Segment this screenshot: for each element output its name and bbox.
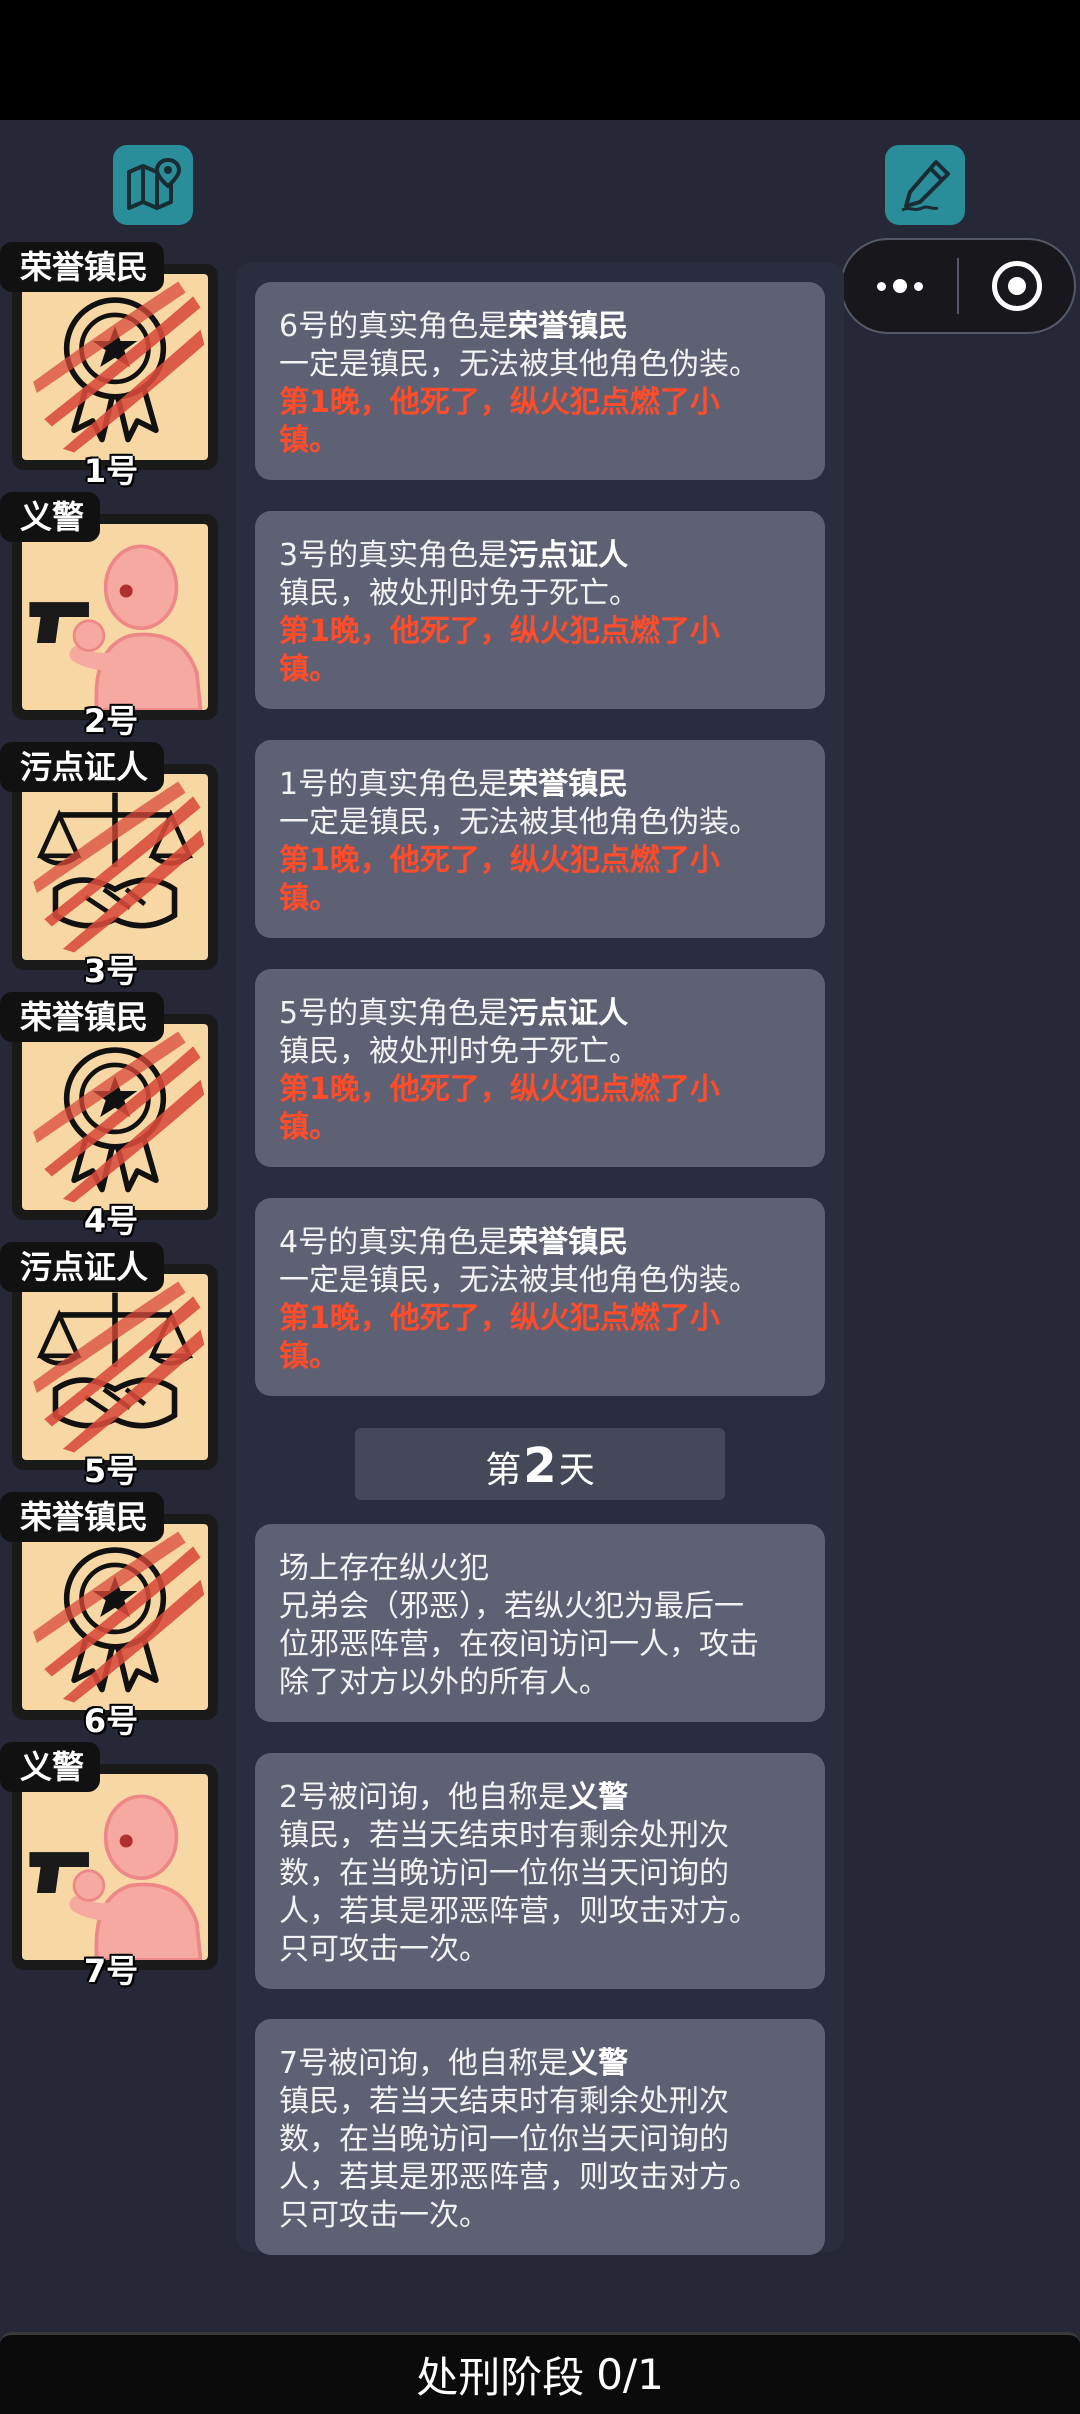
status-bar: [0, 0, 1080, 120]
player-number: 5号: [83, 1452, 139, 1490]
role-description: 一定是镇民，无法被其他角色伪装。: [279, 1263, 759, 1298]
log-message-night: 5号的真实角色是污点证人 镇民，被处刑时免于死亡。 第1晚，他死了，纵火犯点燃了…: [255, 969, 825, 1167]
role-tag: 污点证人: [0, 1242, 165, 1292]
log-text: 7号被问询，他自称是: [279, 2046, 569, 2081]
log-text: 兄弟会（邪恶），若纵火犯为最后一: [279, 1589, 744, 1624]
pencil-icon[interactable]: [885, 145, 965, 225]
role-description: 人，若其是邪恶阵营，则攻击对方。: [279, 2160, 759, 2195]
death-notice: 镇。: [279, 1110, 339, 1145]
log-text: 1号的真实角色是: [279, 767, 509, 802]
role-tag: 义警: [0, 1742, 101, 1792]
role-name: 义警: [568, 1780, 629, 1815]
player-number: 1号: [83, 452, 139, 490]
role-description: 一定是镇民，无法被其他角色伪装。: [279, 805, 759, 840]
death-notice: 第1晚，他死了，纵火犯点燃了小: [279, 843, 720, 878]
player-number: 2号: [83, 702, 139, 740]
day-suffix: 天: [558, 1450, 595, 1491]
role-description: 只可攻击一次。: [279, 2198, 489, 2233]
phase-bar[interactable]: 处刑阶段 0/1: [0, 2332, 1080, 2414]
log-message-interrogation: 2号被问询，他自称是义警 镇民，若当天结束时有剩余处刑次 数，在当晚访问一位你当…: [255, 1753, 825, 1989]
role-name: 义警: [568, 2046, 629, 2081]
log-text: 4号的真实角色是: [279, 1225, 509, 1260]
scales-icon: [22, 774, 208, 960]
player-card-2[interactable]: 义警 2号: [0, 492, 222, 740]
death-notice: 镇。: [279, 652, 339, 687]
role-description: 镇民，若当天结束时有剩余处刑次: [279, 1818, 729, 1853]
log-text: 场上存在纵火犯: [279, 1551, 489, 1586]
log-message-night: 3号的真实角色是污点证人 镇民，被处刑时免于死亡。 第1晚，他死了，纵火犯点燃了…: [255, 511, 825, 709]
log-message-night: 6号的真实角色是荣誉镇民 一定是镇民，无法被其他角色伪装。 第1晚，他死了，纵火…: [255, 282, 825, 480]
log-text: 2号被问询，他自称是: [279, 1780, 569, 1815]
role-name: 荣誉镇民: [508, 767, 629, 802]
death-notice: 镇。: [279, 423, 339, 458]
more-menu-button[interactable]: [842, 240, 957, 332]
role-tag: 荣誉镇民: [0, 1492, 165, 1542]
role-card: [12, 764, 218, 970]
player-number: 6号: [83, 1702, 139, 1740]
role-name: 污点证人: [508, 996, 629, 1031]
medal-icon: [22, 1024, 208, 1210]
death-notice: 镇。: [279, 881, 339, 916]
role-name: 污点证人: [508, 538, 629, 573]
log-message-night: 4号的真实角色是荣誉镇民 一定是镇民，无法被其他角色伪装。 第1晚，他死了，纵火…: [255, 1198, 825, 1396]
scales-icon: [22, 1274, 208, 1460]
role-card: [12, 1264, 218, 1470]
role-card: [12, 1514, 218, 1720]
player-card-1[interactable]: 荣誉镇民 1号: [0, 242, 222, 490]
target-circle-icon: [991, 261, 1042, 311]
role-description: 人，若其是邪恶阵营，则攻击对方。: [279, 1894, 759, 1929]
role-name: 荣誉镇民: [508, 309, 629, 344]
role-card: [12, 1764, 218, 1970]
more-dots-icon: [876, 279, 923, 293]
gunman-icon: [22, 1774, 208, 1960]
log-text: 除了对方以外的所有人。: [279, 1665, 609, 1700]
medal-icon: [22, 1524, 208, 1710]
mini-program-capsule: [840, 238, 1076, 334]
phase-label: 处刑阶段: [416, 2353, 585, 2402]
role-description: 镇民，若当天结束时有剩余处刑次: [279, 2084, 729, 2119]
role-description: 镇民，被处刑时免于死亡。: [279, 1034, 639, 1069]
role-description: 镇民，被处刑时免于死亡。: [279, 576, 639, 611]
log-message-interrogation: 7号被问询，他自称是义警 镇民，若当天结束时有剩余处刑次 数，在当晚访问一位你当…: [255, 2019, 825, 2255]
role-tag: 义警: [0, 492, 101, 542]
log-text: 3号的真实角色是: [279, 538, 509, 573]
role-tag: 荣誉镇民: [0, 992, 165, 1042]
player-card-3[interactable]: 污点证人 3号: [0, 742, 222, 990]
role-tag: 荣誉镇民: [0, 242, 165, 292]
log-message-night: 1号的真实角色是荣誉镇民 一定是镇民，无法被其他角色伪装。 第1晚，他死了，纵火…: [255, 740, 825, 938]
role-description: 数，在当晚访问一位你当天问询的: [279, 2122, 729, 2157]
role-description: 只可攻击一次。: [279, 1932, 489, 1967]
medal-icon: [22, 274, 208, 460]
player-card-7[interactable]: 义警 7号: [0, 1742, 222, 1990]
log-text: 6号的真实角色是: [279, 309, 509, 344]
player-card-6[interactable]: 荣誉镇民 6号: [0, 1492, 222, 1740]
death-notice: 第1晚，他死了，纵火犯点燃了小: [279, 1072, 720, 1107]
role-description: 一定是镇民，无法被其他角色伪装。: [279, 347, 759, 382]
close-program-button[interactable]: [959, 240, 1074, 332]
day-prefix: 第: [485, 1450, 522, 1491]
player-card-5[interactable]: 污点证人 5号: [0, 1242, 222, 1490]
player-number: 4号: [83, 1202, 139, 1240]
day-number: 2: [523, 1438, 557, 1494]
day-divider: 第2天: [355, 1428, 725, 1500]
log-message-arsonist: 场上存在纵火犯 兄弟会（邪恶），若纵火犯为最后一 位邪恶阵营，在夜间访问一人，攻…: [255, 1524, 825, 1722]
log-text: 5号的真实角色是: [279, 996, 509, 1031]
player-number: 7号: [83, 1952, 139, 1990]
role-description: 数，在当晚访问一位你当天问询的: [279, 1856, 729, 1891]
player-card-4[interactable]: 荣誉镇民 4号: [0, 992, 222, 1240]
death-notice: 第1晚，他死了，纵火犯点燃了小: [279, 1301, 720, 1336]
map-pin-icon[interactable]: [113, 145, 193, 225]
role-tag: 污点证人: [0, 742, 165, 792]
role-card: [12, 264, 218, 470]
player-number: 3号: [83, 952, 139, 990]
execution-count: 0/1: [596, 2350, 664, 2399]
gunman-icon: [22, 524, 208, 710]
role-card: [12, 514, 218, 720]
log-text: 位邪恶阵营，在夜间访问一人，攻击: [279, 1627, 759, 1662]
role-name: 荣誉镇民: [508, 1225, 629, 1260]
role-card: [12, 1014, 218, 1220]
death-notice: 第1晚，他死了，纵火犯点燃了小: [279, 614, 720, 649]
death-notice: 镇。: [279, 1339, 339, 1374]
death-notice: 第1晚，他死了，纵火犯点燃了小: [279, 385, 720, 420]
